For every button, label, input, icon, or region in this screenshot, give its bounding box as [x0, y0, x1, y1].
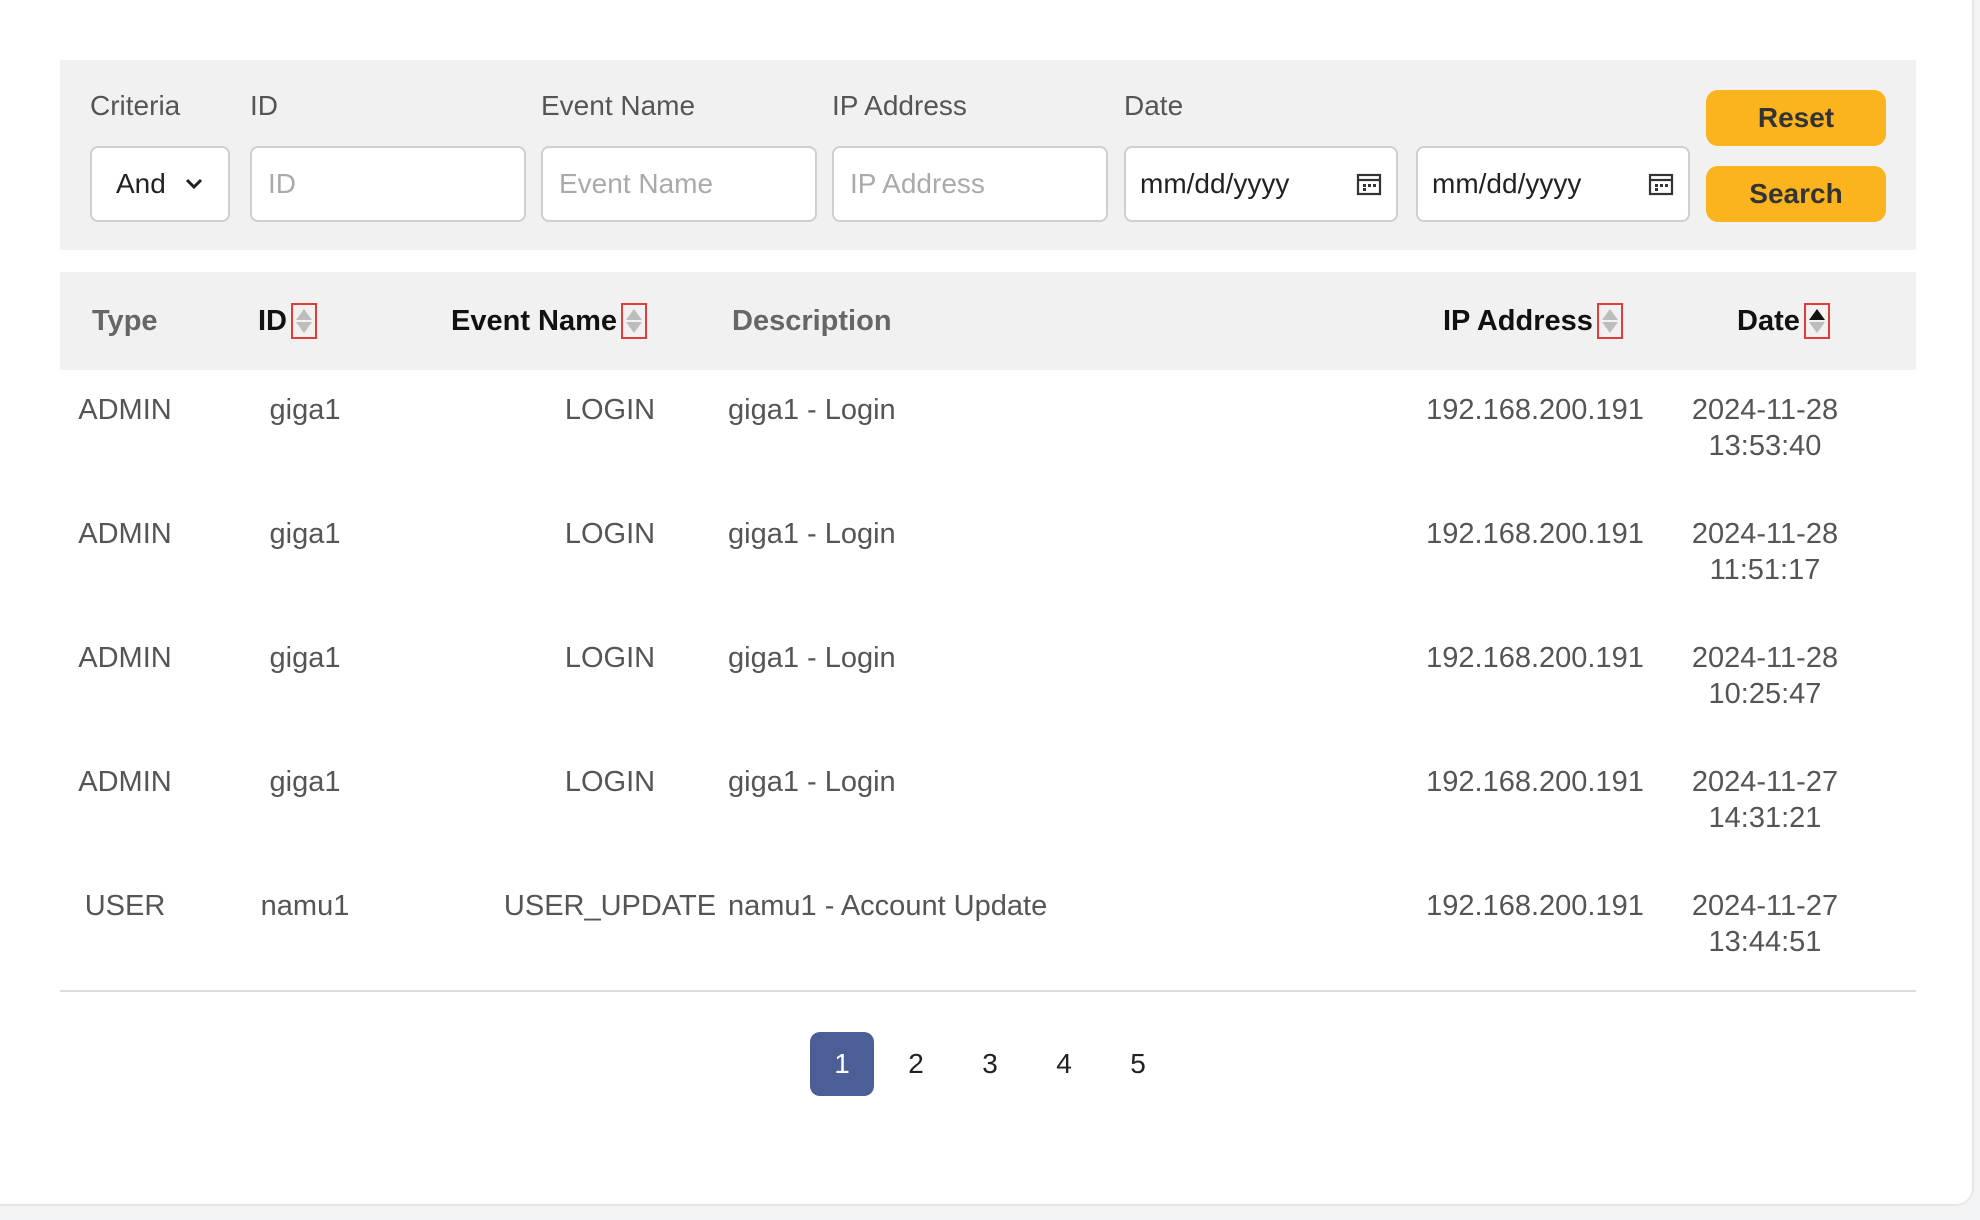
column-header-event-name-label: Event Name [451, 304, 618, 337]
column-header-date-label: Date [1737, 304, 1800, 337]
ip-address-input[interactable] [832, 146, 1108, 222]
cell-date: 2024-11-27 13:44:51 [1680, 888, 1850, 960]
cell-id: giga1 [269, 394, 341, 426]
cell-type: ADMIN [78, 642, 172, 674]
sort-icon[interactable] [621, 303, 648, 339]
sort-icon[interactable] [291, 303, 317, 339]
date-from-value: mm/dd/yyyy [1140, 168, 1290, 199]
column-header-description-label: Description [732, 304, 892, 337]
cell-type: ADMIN [78, 766, 172, 798]
cell-type: ADMIN [78, 394, 172, 426]
cell-date-day: 2024-11-27 [1691, 766, 1839, 798]
cell-description: namu1 - Account Update [728, 890, 1048, 922]
cell-date: 2024-11-28 10:25:47 [1680, 640, 1850, 712]
cell-id: giga1 [269, 518, 341, 550]
page-button-2[interactable]: 2 [884, 1032, 948, 1096]
ip-address-label: IP Address [832, 90, 967, 121]
cell-date-time: 10:25:47 [1708, 678, 1822, 710]
date-label: Date [1124, 90, 1184, 121]
cell-id: giga1 [269, 766, 341, 798]
id-input[interactable] [250, 146, 526, 222]
date-to-value: mm/dd/yyyy [1432, 168, 1582, 199]
table-row[interactable]: USER namu1 USER_UPDATE namu1 - Account U… [60, 864, 1916, 988]
cell-date-day: 2024-11-28 [1691, 394, 1839, 426]
sort-icon[interactable] [1596, 303, 1623, 339]
page-button-3[interactable]: 3 [958, 1032, 1022, 1096]
date-to-input[interactable]: mm/dd/yyyy [1416, 146, 1690, 222]
column-header-event-name[interactable]: Event Name [451, 272, 648, 370]
cell-ip-address: 192.168.200.191 [1426, 642, 1644, 674]
cell-event-name: LOGIN [564, 766, 656, 798]
page-button-1[interactable]: 1 [810, 1032, 874, 1096]
cell-date-time: 13:53:40 [1708, 430, 1822, 462]
column-header-date[interactable]: Date [1737, 272, 1830, 370]
cell-event-name: LOGIN [564, 642, 656, 674]
column-header-description: Description [732, 272, 892, 370]
reset-button[interactable]: Reset [1706, 90, 1886, 146]
cell-id: giga1 [269, 642, 341, 674]
event-name-label: Event Name [541, 90, 696, 121]
cell-ip-address: 192.168.200.191 [1426, 890, 1644, 922]
table-divider [60, 990, 1916, 992]
criteria-value: And [116, 168, 166, 199]
column-header-ip-address[interactable]: IP Address [1443, 272, 1623, 370]
cell-date: 2024-11-28 11:51:17 [1680, 516, 1850, 588]
filter-bar: Criteria ID Event Name IP Address Date A… [60, 60, 1916, 250]
cell-ip-address: 192.168.200.191 [1426, 394, 1644, 426]
search-button[interactable]: Search [1706, 166, 1886, 222]
pagination: 12345 [810, 1032, 1180, 1096]
cell-event-name: LOGIN [564, 394, 656, 426]
cell-event-name: USER_UPDATE [503, 890, 717, 922]
criteria-label: Criteria [90, 90, 181, 121]
table-row[interactable]: ADMIN giga1 LOGIN giga1 - Login 192.168.… [60, 616, 1916, 740]
cell-date: 2024-11-27 14:31:21 [1680, 764, 1850, 836]
cell-date-day: 2024-11-28 [1691, 642, 1839, 674]
id-label: ID [250, 90, 278, 121]
chevron-down-icon [185, 178, 203, 190]
cell-event-name: LOGIN [564, 518, 656, 550]
column-header-id[interactable]: ID [258, 272, 317, 370]
event-name-input[interactable] [541, 146, 817, 222]
cell-date: 2024-11-28 13:53:40 [1680, 392, 1850, 464]
column-header-ip-address-label: IP Address [1443, 304, 1593, 337]
date-from-input[interactable]: mm/dd/yyyy [1124, 146, 1398, 222]
cell-type: USER [84, 890, 166, 922]
cell-ip-address: 192.168.200.191 [1426, 766, 1644, 798]
event-log-panel: Criteria ID Event Name IP Address Date A… [0, 0, 1974, 1206]
column-header-id-label: ID [258, 304, 287, 337]
cell-ip-address: 192.168.200.191 [1426, 518, 1644, 550]
page-button-5[interactable]: 5 [1106, 1032, 1170, 1096]
page-button-4[interactable]: 4 [1032, 1032, 1096, 1096]
cell-date-time: 11:51:17 [1709, 554, 1821, 586]
cell-id: namu1 [260, 890, 350, 922]
cell-description: giga1 - Login [728, 518, 896, 550]
criteria-select[interactable]: And [90, 146, 230, 222]
table-row[interactable]: ADMIN giga1 LOGIN giga1 - Login 192.168.… [60, 492, 1916, 616]
cell-description: giga1 - Login [728, 394, 896, 426]
column-header-type: Type [92, 272, 158, 370]
calendar-icon[interactable] [1648, 172, 1674, 196]
calendar-icon[interactable] [1356, 172, 1382, 196]
cell-date-time: 14:31:21 [1708, 802, 1822, 834]
table-row[interactable]: ADMIN giga1 LOGIN giga1 - Login 192.168.… [60, 368, 1916, 492]
cell-description: giga1 - Login [728, 766, 896, 798]
cell-type: ADMIN [78, 518, 172, 550]
cell-date-time: 13:44:51 [1708, 926, 1822, 958]
sort-ascending-icon[interactable] [1803, 303, 1830, 339]
cell-date-day: 2024-11-27 [1691, 890, 1839, 922]
cell-date-day: 2024-11-28 [1691, 518, 1839, 550]
column-header-type-label: Type [92, 304, 158, 337]
table-header: Type ID Event Name Description IP Addres… [60, 272, 1916, 370]
cell-description: giga1 - Login [728, 642, 896, 674]
table-row[interactable]: ADMIN giga1 LOGIN giga1 - Login 192.168.… [60, 740, 1916, 864]
